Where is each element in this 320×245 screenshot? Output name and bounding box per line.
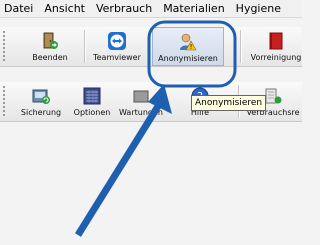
menu-datei[interactable]: Datei bbox=[2, 0, 33, 17]
menu-verbrauch[interactable]: Verbrauch bbox=[94, 0, 152, 17]
vorreinigung-button[interactable]: Vorreinigung bbox=[250, 27, 302, 66]
menu-ansicht[interactable]: Ansicht bbox=[42, 0, 85, 17]
backup-icon bbox=[32, 89, 50, 104]
wartungen-button[interactable]: Wartungen bbox=[116, 82, 166, 121]
toolbar-separator bbox=[84, 30, 85, 63]
teamviewer-label: Teamviewer bbox=[93, 53, 141, 62]
wartungen-label: Wartungen bbox=[119, 108, 163, 117]
options-icon bbox=[83, 87, 101, 105]
red-book-icon bbox=[269, 32, 283, 50]
door-exit-icon bbox=[43, 32, 58, 49]
tooltip: Anonymisieren bbox=[191, 95, 267, 111]
anonymisieren-button[interactable]: Anonymisieren bbox=[152, 27, 224, 66]
beenden-button[interactable]: Beenden bbox=[26, 27, 74, 66]
sicherung-button[interactable]: Sicherung bbox=[16, 82, 66, 121]
sicherung-label: Sicherung bbox=[20, 108, 62, 117]
pointer-arrow-shaft bbox=[75, 101, 163, 237]
optionen-button[interactable]: Optionen bbox=[70, 82, 114, 121]
vorreinigung-label: Vorreinigung bbox=[250, 53, 302, 62]
user-anonymize-icon bbox=[180, 33, 197, 51]
toolbar-top: Beenden Teamviewer Anonymisieren Vorrein… bbox=[0, 27, 302, 67]
toolbar-grip[interactable] bbox=[2, 85, 6, 118]
menu-materialien[interactable]: Materialien bbox=[161, 0, 224, 17]
teamviewer-icon bbox=[108, 32, 126, 50]
maintenance-icon bbox=[133, 90, 149, 103]
toolbar-grip[interactable] bbox=[2, 30, 6, 63]
teamviewer-button[interactable]: Teamviewer bbox=[92, 27, 142, 66]
anonymisieren-label: Anonymisieren bbox=[158, 54, 218, 63]
toolbar-separator bbox=[240, 30, 241, 63]
beenden-label: Beenden bbox=[32, 53, 68, 62]
menu-hygiene[interactable]: Hygiene bbox=[234, 0, 281, 17]
menu-bar: Datei Ansicht Verbrauch Materialien Hygi… bbox=[0, 0, 302, 18]
optionen-label: Optionen bbox=[73, 108, 111, 117]
